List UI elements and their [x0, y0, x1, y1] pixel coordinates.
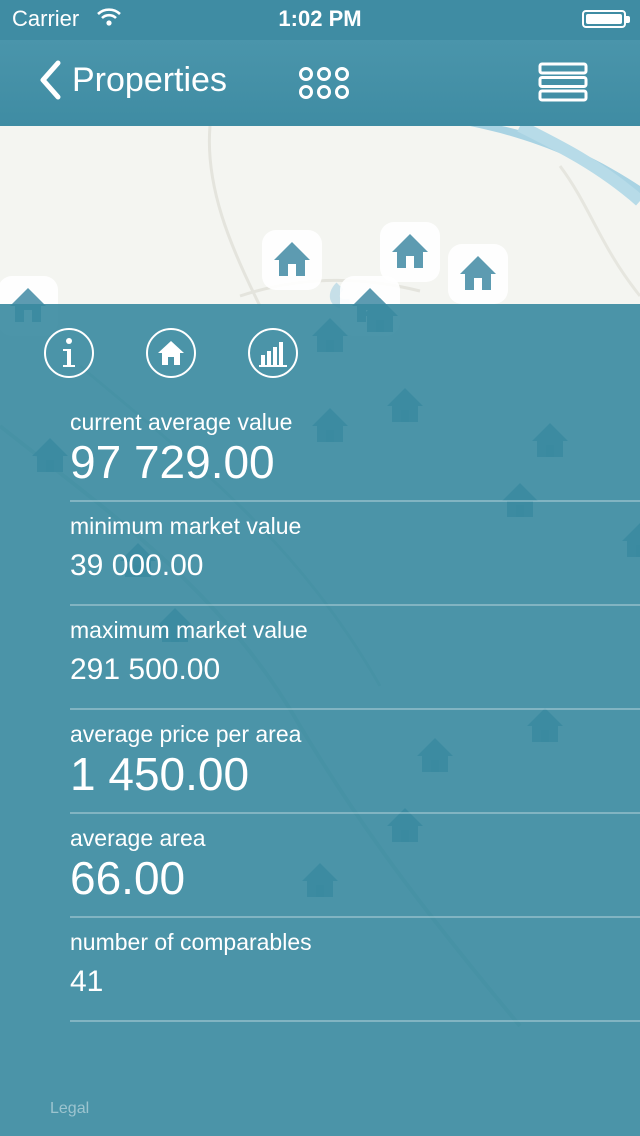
back-label: Properties [72, 60, 227, 99]
stat-average-area: average area 66.00 [70, 814, 640, 918]
house-marker-icon[interactable] [448, 244, 508, 304]
stat-label: minimum market value [70, 513, 302, 539]
stat-value: 1 450.00 [70, 748, 250, 800]
stat-average-price-per-area: average price per area 1 450.00 [70, 710, 640, 814]
stat-label: average price per area [70, 721, 302, 747]
battery-icon [582, 10, 630, 28]
stat-label: maximum market value [70, 617, 308, 643]
stat-label: current average value [70, 409, 293, 435]
stat-value: 291 500.00 [70, 653, 221, 686]
panel-tabs [44, 328, 298, 378]
back-button[interactable]: Properties [38, 60, 227, 100]
stat-label: number of comparables [70, 929, 312, 955]
info-button[interactable] [44, 328, 94, 378]
clock: 1:02 PM [278, 6, 362, 31]
stat-value: 39 000.00 [70, 549, 204, 582]
stats-list: current average value 97 729.00 minimum … [70, 398, 640, 1022]
navigation-bar: Properties [0, 40, 640, 126]
chart-button[interactable] [248, 328, 298, 378]
grid-button[interactable] [298, 66, 350, 100]
back-chevron-icon [40, 60, 61, 100]
info-icon [63, 338, 75, 367]
map-legal-link[interactable]: Legal [50, 1100, 89, 1118]
house-marker-icon[interactable] [380, 222, 440, 282]
house-marker-icon[interactable] [262, 230, 322, 290]
bar-chart-icon [259, 342, 287, 367]
home-button[interactable] [146, 328, 196, 378]
stats-panel: current average value 97 729.00 minimum … [0, 304, 640, 1136]
stat-current-average-value: current average value 97 729.00 [70, 398, 640, 502]
grid-icon [299, 67, 349, 99]
stat-value: 66.00 [70, 852, 186, 904]
stat-minimum-market-value: minimum market value 39 000.00 [70, 502, 640, 606]
stat-value: 41 [70, 965, 104, 998]
menu-icon [538, 62, 588, 102]
home-icon [158, 341, 184, 365]
menu-button[interactable] [538, 62, 588, 102]
stat-number-of-comparables: number of comparables 41 [70, 918, 640, 1022]
stat-maximum-market-value: maximum market value 291 500.00 [70, 606, 640, 710]
stat-value: 97 729.00 [70, 436, 275, 488]
stat-label: average area [70, 825, 206, 851]
status-bar: Carrier 1:02 PM [0, 0, 640, 40]
